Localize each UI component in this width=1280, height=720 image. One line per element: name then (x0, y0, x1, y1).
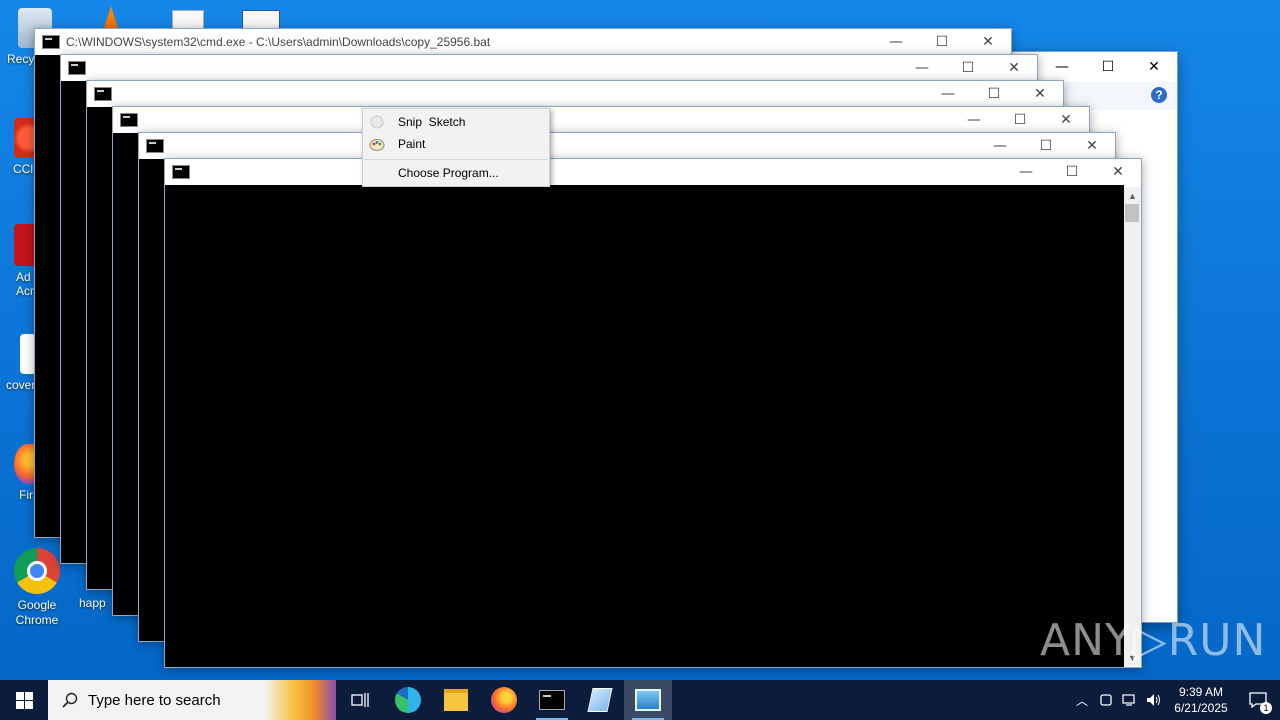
cmd-window-titlebar[interactable] (113, 107, 1089, 133)
task-view-button[interactable] (336, 680, 384, 720)
cmd-window-title: C:\WINDOWS\system32\cmd.exe - C:\Users\a… (66, 35, 491, 49)
cmd-window-titlebar[interactable] (165, 159, 1141, 185)
snip-sketch-icon (369, 114, 385, 130)
action-center-button[interactable]: 1 (1236, 692, 1280, 714)
taskbar-app-firefox[interactable] (480, 680, 528, 720)
security-icon[interactable] (1094, 693, 1118, 707)
firefox-icon (491, 687, 517, 713)
chrome-icon (14, 548, 60, 594)
taskbar-app-edge[interactable] (384, 680, 432, 720)
task-view-icon (351, 693, 369, 707)
maximize-button[interactable]: ☐ (919, 29, 965, 55)
search-placeholder: Type here to search (88, 691, 221, 709)
minimize-button[interactable]: — (977, 133, 1023, 159)
paint-icon (369, 136, 385, 152)
minimize-button[interactable]: — (925, 81, 971, 107)
clock-date: 6/21/2025 (1174, 701, 1228, 715)
taskbar: Type here to search ︿ 9:39 AM 6/21/2025 … (0, 680, 1280, 720)
volume-icon[interactable] (1142, 693, 1166, 707)
close-button[interactable]: ✕ (965, 29, 1011, 55)
anyrun-watermark: ANY▷RUN (1040, 614, 1267, 666)
photos-icon (635, 689, 661, 711)
menu-item-paint[interactable]: Paint (363, 133, 549, 155)
cmd-icon (94, 87, 112, 101)
close-button[interactable]: ✕ (1017, 81, 1063, 107)
cmd-icon (120, 113, 138, 127)
search-highlight-flowers-icon (264, 680, 336, 720)
search-icon (62, 692, 78, 708)
windows-logo-icon (15, 691, 33, 709)
close-button[interactable]: ✕ (991, 55, 1037, 81)
menu-item-label: Choose Program... (398, 166, 499, 180)
scrollbar-thumb[interactable] (1125, 204, 1139, 222)
maximize-button[interactable]: ☐ (1049, 159, 1095, 185)
desktop: Recy CCl Ad Acr cover Fir Google Chrome … (0, 0, 1280, 680)
notepad-icon (587, 688, 613, 712)
desktop-icon-label: happ (79, 596, 106, 610)
taskbar-clock[interactable]: 9:39 AM 6/21/2025 (1166, 684, 1236, 716)
cmd-window-titlebar[interactable] (61, 55, 1037, 81)
minimize-button[interactable]: — (873, 29, 919, 55)
desktop-icon-label: Google Chrome (15, 598, 59, 627)
maximize-button[interactable]: ☐ (997, 107, 1043, 133)
cmd-icon (68, 61, 86, 75)
taskbar-app-file-explorer[interactable] (432, 680, 480, 720)
network-icon[interactable] (1118, 693, 1142, 707)
scroll-up-arrow-icon[interactable]: ▲ (1124, 187, 1141, 204)
menu-item-label: Snip Sketch (398, 115, 466, 129)
cmd-icon (539, 690, 565, 710)
start-button[interactable] (0, 680, 48, 720)
cmd-window-titlebar[interactable] (87, 81, 1063, 107)
edge-icon (395, 687, 421, 713)
folder-icon (444, 689, 468, 711)
console-area[interactable] (165, 185, 1124, 667)
close-button[interactable]: ✕ (1131, 52, 1177, 82)
clock-time: 9:39 AM (1178, 685, 1224, 699)
console-scrollbar[interactable]: ▲ ▼ (1124, 187, 1141, 666)
desktop-icon-happ[interactable]: happ (70, 596, 110, 611)
notification-badge: 1 (1260, 702, 1272, 714)
vlc-icon (104, 6, 118, 28)
cmd-window-6[interactable]: — ☐ ✕ (164, 158, 1142, 668)
cmd-window-titlebar[interactable] (139, 133, 1115, 159)
menu-item-spacer (369, 165, 385, 181)
menu-item-snip-sketch[interactable]: Snip Sketch (363, 111, 549, 133)
menu-item-label: Paint (398, 137, 426, 151)
open-with-context-menu: Snip Sketch Paint Choose Program... (362, 108, 550, 187)
maximize-button[interactable]: ☐ (1085, 52, 1131, 82)
menu-separator (364, 159, 548, 160)
minimize-button[interactable]: — (899, 55, 945, 81)
desktop-icon-label: Ad Acr (16, 270, 34, 298)
minimize-button[interactable]: — (1039, 52, 1085, 82)
cmd-icon (172, 165, 190, 179)
taskbar-search-box[interactable]: Type here to search (48, 680, 336, 720)
taskbar-app-photos[interactable] (624, 680, 672, 720)
minimize-button[interactable]: — (1003, 159, 1049, 185)
system-tray: ︿ 9:39 AM 6/21/2025 1 (1070, 680, 1280, 720)
menu-item-choose-program[interactable]: Choose Program... (363, 162, 549, 184)
maximize-button[interactable]: ☐ (945, 55, 991, 81)
maximize-button[interactable]: ☐ (971, 81, 1017, 107)
cmd-window-titlebar[interactable]: C:\WINDOWS\system32\cmd.exe - C:\Users\a… (35, 29, 1011, 55)
help-icon[interactable]: ? (1151, 87, 1167, 103)
close-button[interactable]: ✕ (1069, 133, 1115, 159)
cmd-icon (42, 35, 60, 49)
cmd-icon (146, 139, 164, 153)
taskbar-app-notepad[interactable] (576, 680, 624, 720)
minimize-button[interactable]: — (951, 107, 997, 133)
close-button[interactable]: ✕ (1043, 107, 1089, 133)
maximize-button[interactable]: ☐ (1023, 133, 1069, 159)
close-button[interactable]: ✕ (1095, 159, 1141, 185)
show-hidden-icons-chevron-icon[interactable]: ︿ (1070, 692, 1094, 709)
taskbar-app-cmd[interactable] (528, 680, 576, 720)
